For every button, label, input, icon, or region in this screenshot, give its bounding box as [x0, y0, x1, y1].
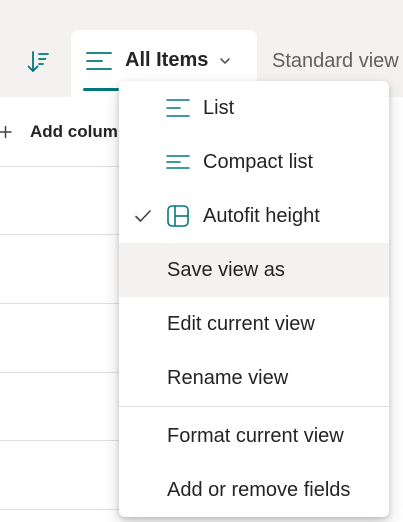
menu-divider — [119, 406, 389, 407]
list-row-divider — [0, 509, 130, 510]
menu-item-label: Add or remove fields — [167, 479, 351, 501]
menu-item-compact-list[interactable]: Compact list — [119, 135, 389, 189]
tab-all-items-label: All Items — [125, 49, 209, 71]
sort-button[interactable] — [24, 48, 54, 78]
tab-standard-view[interactable]: Standard view — [272, 50, 399, 73]
checkmark-icon — [134, 208, 152, 224]
menu-item-edit-current-view[interactable]: Edit current view — [119, 297, 389, 351]
compact-list-icon — [166, 151, 190, 173]
add-column-label: Add column — [30, 122, 129, 141]
autofit-grid-icon — [166, 205, 190, 227]
menu-item-rename-view[interactable]: Rename view — [119, 351, 389, 405]
menu-item-label: Edit current view — [167, 313, 315, 335]
tab-selected-indicator — [83, 88, 119, 91]
view-options-menu: List Compact list Autofit height Save vi… — [119, 81, 389, 517]
sort-descending-icon — [27, 51, 49, 72]
menu-item-save-view-as[interactable]: Save view as — [119, 243, 389, 297]
menu-item-autofit-height[interactable]: Autofit height — [119, 189, 389, 243]
list-row-divider — [0, 440, 130, 441]
list-view-icon — [86, 51, 112, 71]
list-row-divider — [0, 372, 130, 373]
menu-item-format-current-view[interactable]: Format current view — [119, 409, 389, 463]
list-row-divider — [0, 166, 130, 167]
menu-item-list[interactable]: List — [119, 81, 389, 135]
menu-item-label: Compact list — [203, 151, 314, 173]
list-row-divider — [0, 234, 130, 235]
menu-item-label: Format current view — [167, 425, 344, 447]
menu-item-add-or-remove-fields[interactable]: Add or remove fields — [119, 463, 389, 517]
menu-item-label: Save view as — [167, 259, 285, 281]
list-icon — [166, 97, 190, 119]
plus-icon — [0, 125, 12, 139]
menu-item-label: List — [203, 97, 235, 119]
menu-item-label: Rename view — [167, 367, 289, 389]
chevron-down-icon — [219, 56, 231, 66]
list-row-divider — [0, 303, 130, 304]
menu-item-label: Autofit height — [203, 205, 320, 227]
